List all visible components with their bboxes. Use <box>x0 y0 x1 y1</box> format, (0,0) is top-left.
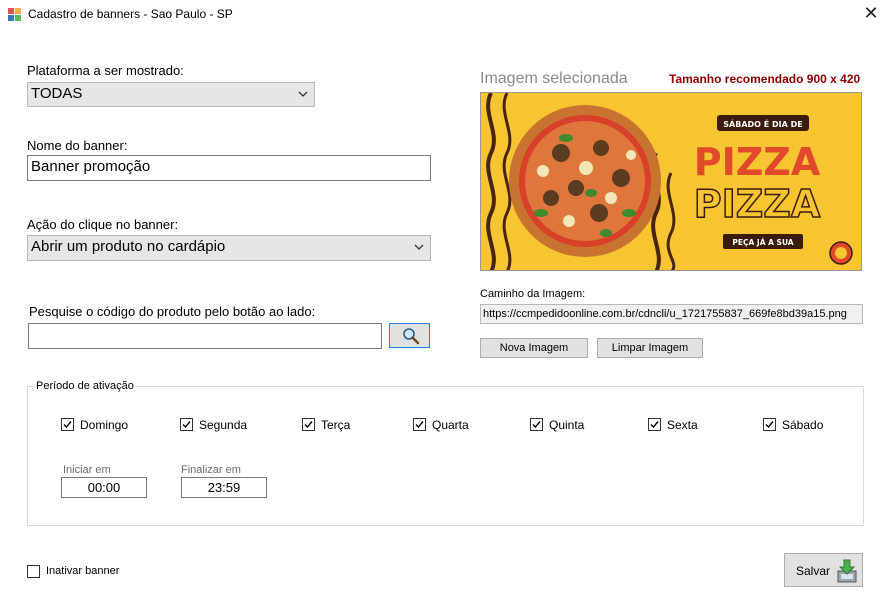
platform-select-value: TODAS <box>31 85 83 102</box>
end-time-input[interactable]: 23:59 <box>181 477 267 498</box>
end-time-label: Finalizar em <box>181 464 241 476</box>
product-code-input[interactable] <box>28 323 382 349</box>
checkbox-sabado[interactable] <box>763 418 776 431</box>
click-action-label: Ação do clique no banner: <box>27 217 179 232</box>
inactivate-banner-checkbox[interactable] <box>27 565 40 578</box>
platform-label: Plataforma a ser mostrado: <box>27 63 184 78</box>
selected-image-title: Imagem selecionada <box>480 70 628 87</box>
checkbox-label-domingo: Domingo <box>80 418 129 432</box>
image-path-field[interactable]: https://ccmpedidoonline.com.br/cdncli/u_… <box>480 304 863 324</box>
image-path-label: Caminho da Imagem: <box>480 288 586 300</box>
checkbox-domingo[interactable] <box>61 418 74 431</box>
banner-headline-1: PIZZA <box>694 140 821 184</box>
banner-cta: PEÇA JÁ A SUA <box>732 238 793 247</box>
checkbox-quarta[interactable] <box>413 418 426 431</box>
save-button[interactable]: Salvar <box>784 553 863 587</box>
banner-name-label: Nome do banner: <box>27 138 128 153</box>
checkbox-label-sexta: Sexta <box>667 418 698 432</box>
product-search-label: Pesquise o código do produto pelo botão … <box>29 304 316 319</box>
magnifier-icon <box>402 327 420 350</box>
save-button-label: Salvar <box>796 564 831 578</box>
banner-name-input[interactable]: Banner promoção <box>27 155 431 181</box>
start-time-label: Iniciar em <box>63 464 111 476</box>
new-image-button[interactable]: Nova Imagem <box>480 338 588 358</box>
activation-period-title: Período de ativação <box>33 380 137 392</box>
checkbox-segunda[interactable] <box>180 418 193 431</box>
window-title: Cadastro de banners - Sao Paulo - SP <box>28 7 233 21</box>
click-action-select[interactable]: Abrir um produto no cardápio <box>27 235 431 261</box>
activation-period-group <box>27 386 864 526</box>
checkbox-label-quarta: Quarta <box>432 418 469 432</box>
checkbox-label-quinta: Quinta <box>549 418 585 432</box>
checkbox-quinta[interactable] <box>530 418 543 431</box>
close-icon[interactable]: ✕ <box>856 1 886 27</box>
banner-headline-2: PIZZA <box>694 182 821 226</box>
checkbox-label-sabado: Sábado <box>782 418 824 432</box>
checkbox-label-terca: Terça <box>321 418 351 432</box>
banner-preview-image: SÁBADO É DIA DE PIZZA PIZZA PEÇA JÁ A SU… <box>480 92 862 271</box>
title-bar: Cadastro de banners - Sao Paulo - SP ✕ <box>0 0 891 30</box>
chevron-down-icon <box>412 236 426 258</box>
clear-image-button[interactable]: Limpar Imagem <box>597 338 703 358</box>
platform-select[interactable]: TODAS <box>27 82 315 107</box>
save-download-icon <box>836 559 858 588</box>
recommended-size-note: Tamanho recomendado 900 x 420 <box>669 72 861 86</box>
click-action-select-value: Abrir um produto no cardápio <box>31 238 226 255</box>
app-window-icon <box>8 8 22 22</box>
search-product-button[interactable] <box>389 323 430 348</box>
checkbox-terca[interactable] <box>302 418 315 431</box>
banner-tagline: SÁBADO É DIA DE <box>723 118 802 129</box>
start-time-input[interactable]: 00:00 <box>61 477 147 498</box>
checkbox-label-segunda: Segunda <box>199 418 248 432</box>
inactivate-banner-label: Inativar banner <box>46 565 120 577</box>
chevron-down-icon <box>296 83 310 105</box>
checkbox-sexta[interactable] <box>648 418 661 431</box>
